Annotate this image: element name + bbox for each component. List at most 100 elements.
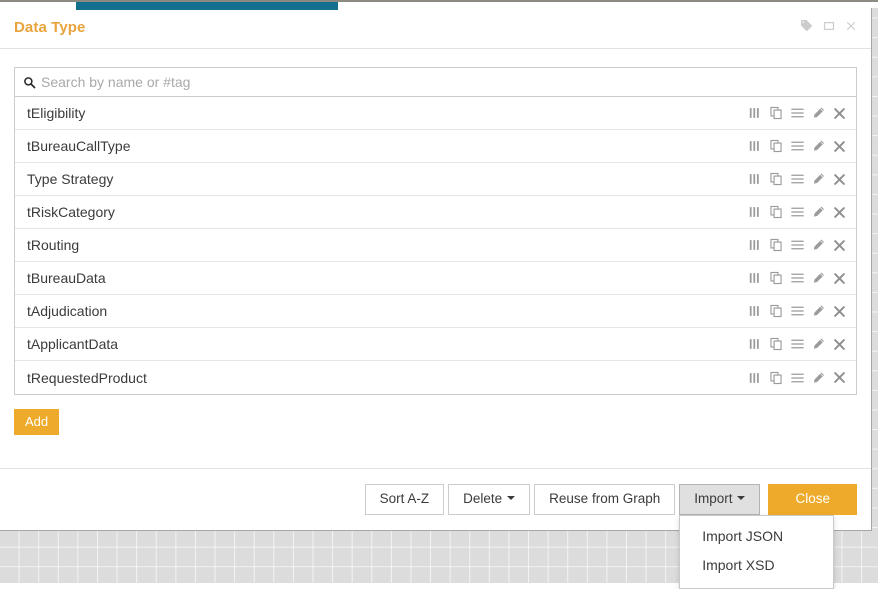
duplicate-icon[interactable] xyxy=(770,371,783,385)
duplicate-icon[interactable] xyxy=(770,337,783,351)
edit-pencil-icon[interactable] xyxy=(812,139,825,153)
restore-window-icon[interactable] xyxy=(823,20,835,32)
add-row: Add xyxy=(14,395,857,451)
columns-icon[interactable] xyxy=(749,139,762,153)
datatype-name: Type Strategy xyxy=(27,171,114,187)
import-dropdown-wrapper: Import Import JSON Import XSD xyxy=(679,484,835,589)
menu-icon[interactable] xyxy=(791,139,804,153)
duplicate-icon[interactable] xyxy=(770,238,783,252)
data-type-dialog: Data Type Search by name or #tag tEligib… xyxy=(0,8,872,589)
delete-close-icon[interactable] xyxy=(833,371,846,385)
columns-icon[interactable] xyxy=(749,172,762,186)
columns-icon[interactable] xyxy=(749,304,762,318)
dialog-body: tEligibility tBureauCallType Type Strategy… xyxy=(0,49,871,451)
delete-close-icon[interactable] xyxy=(833,106,846,120)
row-action-group xyxy=(749,139,846,153)
duplicate-icon[interactable] xyxy=(770,106,783,120)
columns-icon[interactable] xyxy=(749,271,762,285)
active-tab-indicator[interactable] xyxy=(76,2,338,10)
row-action-group xyxy=(749,106,846,120)
menu-icon[interactable] xyxy=(791,205,804,219)
columns-icon[interactable] xyxy=(749,337,762,351)
menu-icon[interactable] xyxy=(791,304,804,318)
window-controls xyxy=(800,19,857,32)
datatype-name: tBureauData xyxy=(27,270,106,286)
delete-close-icon[interactable] xyxy=(833,337,846,351)
datatype-name: tRiskCategory xyxy=(27,204,115,220)
duplicate-icon[interactable] xyxy=(770,271,783,285)
columns-icon[interactable] xyxy=(749,238,762,252)
import-label: Import xyxy=(694,491,733,506)
datatype-name: tEligibility xyxy=(27,105,86,121)
delete-close-icon[interactable] xyxy=(833,205,846,219)
delete-label: Delete xyxy=(463,491,503,506)
columns-icon[interactable] xyxy=(749,106,762,120)
menu-icon[interactable] xyxy=(791,238,804,252)
duplicate-icon[interactable] xyxy=(770,172,783,186)
menu-icon[interactable] xyxy=(791,172,804,186)
table-row[interactable]: Type Strategy xyxy=(15,163,856,196)
import-dropdown-button[interactable]: Import xyxy=(679,484,761,515)
close-button[interactable]: Close xyxy=(768,484,857,515)
duplicate-icon[interactable] xyxy=(770,304,783,318)
duplicate-icon[interactable] xyxy=(770,205,783,219)
tag-icon[interactable] xyxy=(800,19,813,32)
chevron-down-icon xyxy=(737,496,746,501)
table-row[interactable]: tRiskCategory xyxy=(15,196,856,229)
menu-icon[interactable] xyxy=(791,337,804,351)
menu-item-import-json[interactable]: Import JSON xyxy=(680,522,833,551)
delete-close-icon[interactable] xyxy=(833,139,846,153)
row-action-group xyxy=(749,172,846,186)
delete-close-icon[interactable] xyxy=(833,238,846,252)
delete-close-icon[interactable] xyxy=(833,172,846,186)
edit-pencil-icon[interactable] xyxy=(812,271,825,285)
dialog-footer: Sort A-Z Delete Reuse from Graph Import … xyxy=(0,468,871,589)
delete-dropdown-button[interactable]: Delete xyxy=(448,484,531,515)
table-row[interactable]: tEligibility xyxy=(15,97,856,130)
menu-icon[interactable] xyxy=(791,371,804,385)
duplicate-icon[interactable] xyxy=(770,139,783,153)
row-action-group xyxy=(749,271,846,285)
search-bar[interactable] xyxy=(14,67,857,97)
tab-strip xyxy=(0,0,878,10)
datatype-name: tApplicantData xyxy=(27,336,119,352)
table-row[interactable]: tRouting xyxy=(15,229,856,262)
page-title: Data Type xyxy=(14,19,86,36)
datatype-list: tEligibility tBureauCallType Type Strategy… xyxy=(14,97,857,395)
menu-icon[interactable] xyxy=(791,271,804,285)
footer-button-group: Sort A-Z Delete Reuse from Graph Import … xyxy=(364,484,857,589)
edit-pencil-icon[interactable] xyxy=(812,337,825,351)
menu-item-import-xsd[interactable]: Import XSD xyxy=(680,551,833,580)
edit-pencil-icon[interactable] xyxy=(812,304,825,318)
datatype-name: tBureauCallType xyxy=(27,138,131,154)
reuse-from-graph-button[interactable]: Reuse from Graph xyxy=(534,484,676,515)
edit-pencil-icon[interactable] xyxy=(812,371,825,385)
import-dropdown-menu: Import JSON Import XSD xyxy=(679,514,835,589)
row-action-group xyxy=(749,371,846,385)
datatype-name: tRouting xyxy=(27,237,80,253)
edit-pencil-icon[interactable] xyxy=(812,106,825,120)
chevron-down-icon xyxy=(507,496,516,501)
add-button[interactable]: Add xyxy=(14,409,60,435)
close-window-icon[interactable] xyxy=(845,20,857,32)
columns-icon[interactable] xyxy=(749,371,762,385)
table-row[interactable]: tBureauCallType xyxy=(15,130,856,163)
table-row[interactable]: tApplicantData xyxy=(15,328,856,361)
delete-close-icon[interactable] xyxy=(833,271,846,285)
table-row[interactable]: tAdjudication xyxy=(15,295,856,328)
edit-pencil-icon[interactable] xyxy=(812,172,825,186)
table-row[interactable]: tRequestedProduct xyxy=(15,361,856,394)
sort-az-button[interactable]: Sort A-Z xyxy=(364,484,445,515)
search-input[interactable] xyxy=(41,74,848,90)
row-action-group xyxy=(749,337,846,351)
row-action-group xyxy=(749,304,846,318)
row-action-group xyxy=(749,238,846,252)
menu-icon[interactable] xyxy=(791,106,804,120)
columns-icon[interactable] xyxy=(749,205,762,219)
row-action-group xyxy=(749,205,846,219)
edit-pencil-icon[interactable] xyxy=(812,238,825,252)
edit-pencil-icon[interactable] xyxy=(812,205,825,219)
datatype-name: tAdjudication xyxy=(27,303,108,319)
table-row[interactable]: tBureauData xyxy=(15,262,856,295)
delete-close-icon[interactable] xyxy=(833,304,846,318)
